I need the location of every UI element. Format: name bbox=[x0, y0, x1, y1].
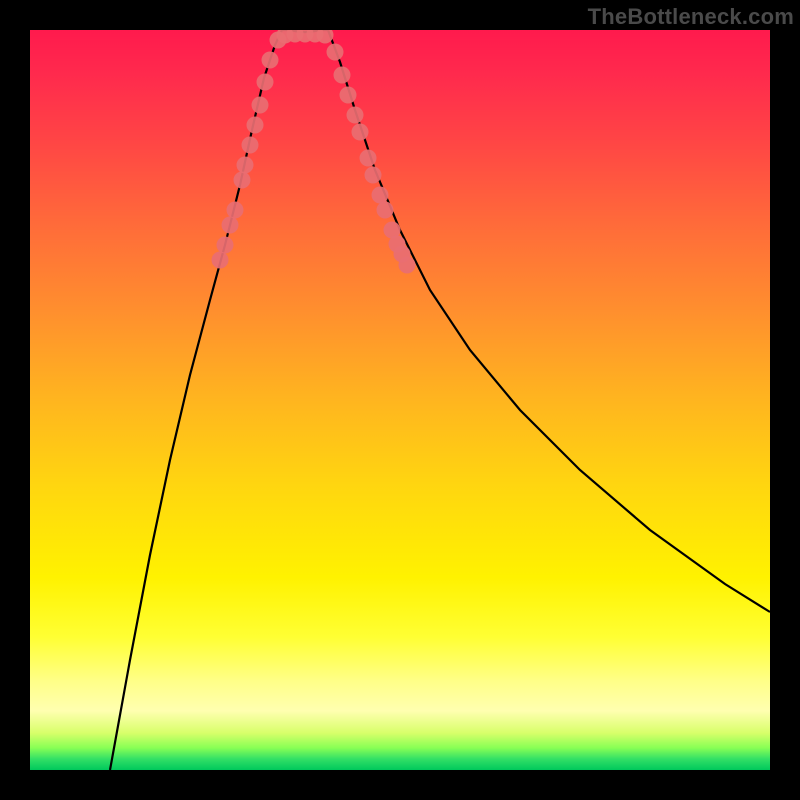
data-marker bbox=[327, 44, 344, 61]
data-marker bbox=[347, 107, 364, 124]
data-marker bbox=[227, 202, 244, 219]
data-marker bbox=[234, 172, 251, 189]
data-marker bbox=[217, 237, 234, 254]
curve-right-branch bbox=[328, 30, 770, 612]
data-markers bbox=[212, 30, 416, 274]
data-marker bbox=[247, 117, 264, 134]
data-marker bbox=[399, 257, 416, 274]
data-marker bbox=[340, 87, 357, 104]
data-marker bbox=[352, 124, 369, 141]
chart-svg bbox=[30, 30, 770, 770]
watermark-text: TheBottleneck.com bbox=[588, 4, 794, 30]
data-marker bbox=[334, 67, 351, 84]
data-marker bbox=[237, 157, 254, 174]
chart-container: TheBottleneck.com bbox=[0, 0, 800, 800]
data-marker bbox=[252, 97, 269, 114]
data-marker bbox=[360, 150, 377, 167]
plot-area bbox=[30, 30, 770, 770]
data-marker bbox=[372, 187, 389, 204]
v-curve bbox=[110, 30, 770, 770]
data-marker bbox=[212, 252, 229, 269]
data-marker bbox=[262, 52, 279, 69]
data-marker bbox=[257, 74, 274, 91]
data-marker bbox=[365, 167, 382, 184]
data-marker bbox=[317, 30, 334, 44]
data-marker bbox=[242, 137, 259, 154]
data-marker bbox=[377, 202, 394, 219]
data-marker bbox=[222, 217, 239, 234]
